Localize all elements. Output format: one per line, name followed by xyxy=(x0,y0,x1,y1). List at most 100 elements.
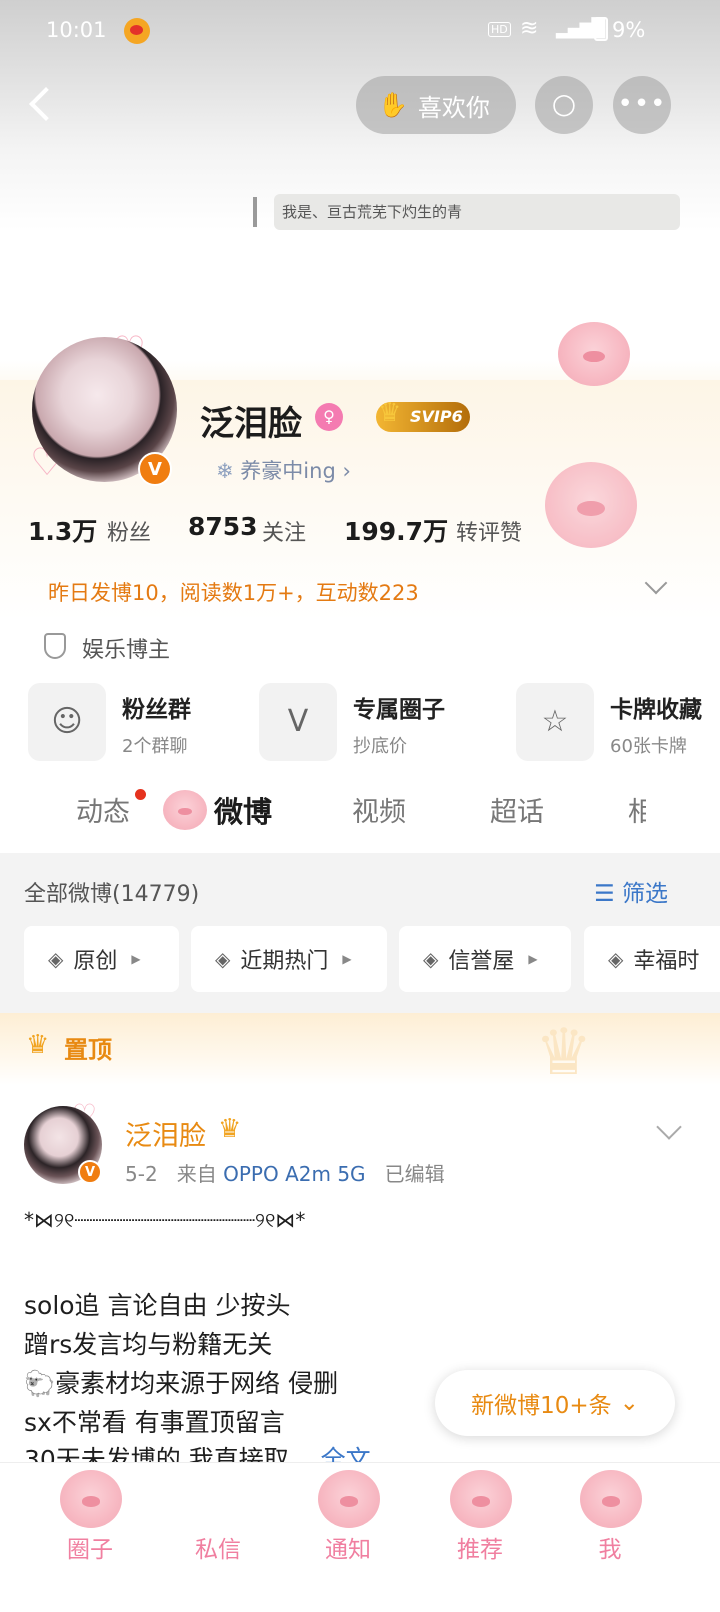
following-count[interactable]: 8753 xyxy=(188,512,258,541)
search-button[interactable]: ○ xyxy=(535,76,593,134)
fan-group-sub: 2个群聊 xyxy=(122,736,188,757)
chip-happy[interactable]: ◈ 幸福时 xyxy=(584,926,720,992)
post-from: 来自 xyxy=(176,1162,217,1186)
card-collection-title[interactable]: 卡牌收藏 xyxy=(610,690,720,724)
wifi-icon: ≋ xyxy=(520,16,539,41)
more-button[interactable]: ••• xyxy=(613,76,671,134)
back-button[interactable] xyxy=(22,82,62,126)
notification-dot xyxy=(135,789,146,800)
like-you-label: 喜欢你 xyxy=(417,93,490,122)
nav-messages[interactable]: 私信 xyxy=(178,1530,258,1564)
layers-icon: ◈ xyxy=(215,947,231,971)
tab-weibo[interactable]: 微博 xyxy=(214,789,272,831)
filter-button[interactable]: ☰ 筛选 xyxy=(594,874,668,908)
weibo-app-icon xyxy=(124,18,150,44)
caret-right-icon: ▶ xyxy=(528,952,538,966)
pig-me-icon[interactable] xyxy=(580,1470,642,1528)
post-author[interactable]: 泛泪脸 xyxy=(125,1114,206,1153)
profile-name: 泛泪脸 xyxy=(200,404,302,444)
search-icon: ○ xyxy=(551,87,577,120)
followers-label: 粉丝 xyxy=(107,521,152,546)
filter-label: 筛选 xyxy=(621,881,668,907)
shield-icon xyxy=(44,633,66,659)
followers-count[interactable]: 1.3万 xyxy=(28,512,97,548)
pinned-label: 置顶 xyxy=(64,1036,112,1064)
hand-icon: ✋ xyxy=(378,91,408,119)
post-line-truncated: 30天未发博的 我直接取... 全文 xyxy=(24,1440,371,1464)
chip-label: 近期热门 xyxy=(240,949,329,974)
card-collection-sub: 60张卡牌 xyxy=(610,736,687,757)
more-icon: ••• xyxy=(617,89,667,119)
engagement-count[interactable]: 199.7万 xyxy=(344,512,448,548)
post-line: *⋈୨୧┈┈┈┈┈┈┈┈┈┈┈┈┈┈┈୨୧⋈* xyxy=(24,1208,306,1232)
snowflake-icon: ❄ xyxy=(216,459,234,483)
filter-icon: ☰ xyxy=(594,881,615,907)
chevron-right-icon: › xyxy=(342,459,351,483)
pig-tab-icon xyxy=(163,790,207,830)
chevron-down-icon[interactable] xyxy=(656,1114,682,1140)
new-posts-button[interactable]: 新微博10+条 ⌄ xyxy=(435,1370,675,1436)
chip-label: 信誉屋 xyxy=(448,949,515,974)
yesterday-summary[interactable]: 昨日发博10，阅读数1万+，互动数223 xyxy=(48,577,419,607)
nav-me[interactable]: 我 xyxy=(570,1530,650,1564)
post-line: sx不常看 有事置顶留言 xyxy=(24,1408,285,1437)
caret-right-icon: ▶ xyxy=(342,952,352,966)
all-weibo-count: 全部微博(14779) xyxy=(24,882,200,907)
status-time: 10:01 xyxy=(46,18,107,42)
pig-sticker-icon xyxy=(558,322,630,386)
pig-sticker-icon xyxy=(545,462,637,548)
nav-circle[interactable]: 圈子 xyxy=(50,1530,130,1564)
post-line: 🐑豪素材均来源于网络 侵删 xyxy=(24,1369,339,1398)
like-you-button[interactable]: ✋ 喜欢你 xyxy=(356,76,516,134)
engagement-label: 转评赞 xyxy=(456,521,523,546)
nav-notifications[interactable]: 通知 xyxy=(308,1530,388,1564)
chip-original[interactable]: ◈ 原创 ▶ xyxy=(24,926,179,992)
fan-tag-label: 养豪中ing xyxy=(240,459,336,483)
verified-badge-icon: V xyxy=(78,1160,102,1184)
post-line: solo追 言论自由 少按头 xyxy=(24,1291,291,1320)
layers-icon: ◈ xyxy=(423,947,439,971)
fan-tag[interactable]: ❄ 养豪中ing › xyxy=(216,455,351,485)
group-icon[interactable]: ☺ xyxy=(28,683,106,761)
tab-activity[interactable]: 动态 xyxy=(76,790,130,829)
signature-divider xyxy=(253,197,257,227)
exclusive-circle-title[interactable]: 专属圈子 xyxy=(353,690,445,724)
tab-album[interactable]: 相 xyxy=(628,790,646,829)
crown-icon: ♛ xyxy=(378,398,402,428)
chip-label: 原创 xyxy=(73,949,118,974)
battery-icon xyxy=(594,17,608,41)
signature-text[interactable]: 我是、亘古荒芜下灼生的青 xyxy=(274,194,680,230)
crown-icon: ♛ xyxy=(218,1114,242,1144)
crown-icon: ♛ xyxy=(26,1030,50,1060)
pig-recommend-icon[interactable] xyxy=(450,1470,512,1528)
post-line: 蹭rs发言均与粉籍无关 xyxy=(24,1330,273,1359)
chip-credit[interactable]: ◈ 信誉屋 ▶ xyxy=(399,926,571,992)
fan-group-title[interactable]: 粉丝群 xyxy=(122,690,191,724)
role-label: 娱乐博主 xyxy=(82,638,171,663)
post-date: 5-2 xyxy=(125,1162,158,1186)
tab-super-topic[interactable]: 超话 xyxy=(490,790,544,829)
exclusive-circle-sub: 抄底价 xyxy=(353,736,407,757)
circle-icon[interactable]: V xyxy=(259,683,337,761)
chip-recent-hot[interactable]: ◈ 近期热门 ▶ xyxy=(191,926,387,992)
layers-icon: ◈ xyxy=(608,947,624,971)
caret-right-icon: ▶ xyxy=(131,952,141,966)
following-label: 关注 xyxy=(262,521,307,546)
new-posts-label: 新微博10+条 xyxy=(471,1393,612,1419)
verified-badge-icon: V xyxy=(138,452,172,486)
battery-percent: 9% xyxy=(612,18,646,42)
pig-circle-icon[interactable] xyxy=(60,1470,122,1528)
tab-video[interactable]: 视频 xyxy=(352,790,406,829)
layers-icon: ◈ xyxy=(48,947,64,971)
pig-notify-icon[interactable] xyxy=(318,1470,380,1528)
post-source[interactable]: OPPO A2m 5G xyxy=(223,1162,365,1186)
chip-label: 幸福时 xyxy=(633,949,700,974)
double-chevron-down-icon: ⌄ xyxy=(619,1390,639,1416)
card-icon[interactable]: ☆ xyxy=(516,683,594,761)
post-edited: 已编辑 xyxy=(384,1162,445,1186)
nav-recommend[interactable]: 推荐 xyxy=(440,1530,520,1564)
crown-watermark-icon: ♛ xyxy=(535,1016,593,1090)
post-meta: 5-2 来自 OPPO A2m 5G 已编辑 xyxy=(125,1158,445,1187)
hd-icon: HD xyxy=(488,22,511,37)
female-icon: ♀ xyxy=(315,403,343,431)
